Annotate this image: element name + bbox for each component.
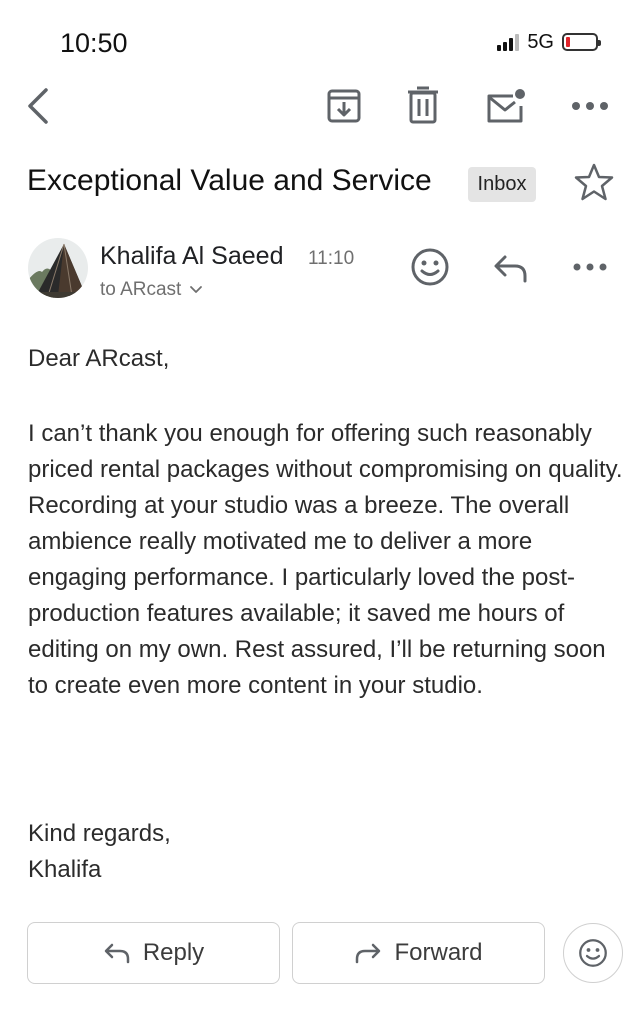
reply-button-label: Reply	[142, 939, 205, 966]
forward-button[interactable]: Forward	[292, 922, 545, 984]
email-signature: Khalifa	[28, 856, 102, 883]
email-subject: Exceptional Value and Service	[27, 164, 432, 197]
more-horizontal-icon[interactable]	[570, 96, 610, 116]
more-options-icon[interactable]	[572, 258, 608, 276]
inbox-label-badge[interactable]: Inbox	[468, 167, 536, 202]
recipient-details-toggle[interactable]: to ARcast	[100, 278, 203, 302]
emoji-reaction-button[interactable]	[563, 923, 623, 983]
sender-name: Khalifa Al Saeed	[100, 242, 284, 270]
reply-icon	[104, 943, 130, 964]
emoji-icon	[579, 939, 607, 967]
network-type: 5G	[527, 30, 554, 53]
sent-time: 11:10	[308, 248, 355, 269]
status-time: 10:50	[60, 28, 128, 58]
reply-button[interactable]: Reply	[27, 922, 280, 984]
reply-icon[interactable]	[493, 253, 529, 283]
recipient-label: to ARcast	[100, 279, 182, 300]
signal-icon	[497, 33, 520, 51]
mark-unread-icon[interactable]	[485, 88, 527, 124]
email-body: I can’t thank you enough for offering su…	[28, 420, 623, 699]
star-icon[interactable]	[574, 162, 614, 202]
email-closing: Kind regards,	[28, 820, 171, 847]
battery-icon	[562, 33, 601, 51]
archive-icon[interactable]	[326, 88, 362, 124]
sender-avatar[interactable]	[28, 238, 88, 298]
forward-button-label: Forward	[394, 939, 483, 966]
forward-icon	[356, 943, 381, 964]
chevron-down-icon	[190, 286, 203, 293]
trash-icon[interactable]	[406, 86, 440, 124]
email-greeting: Dear ARcast,	[28, 345, 170, 372]
status-indicators: 5G	[497, 30, 601, 54]
back-arrow-icon[interactable]	[22, 84, 56, 128]
emoji-reaction-icon[interactable]	[410, 247, 450, 287]
